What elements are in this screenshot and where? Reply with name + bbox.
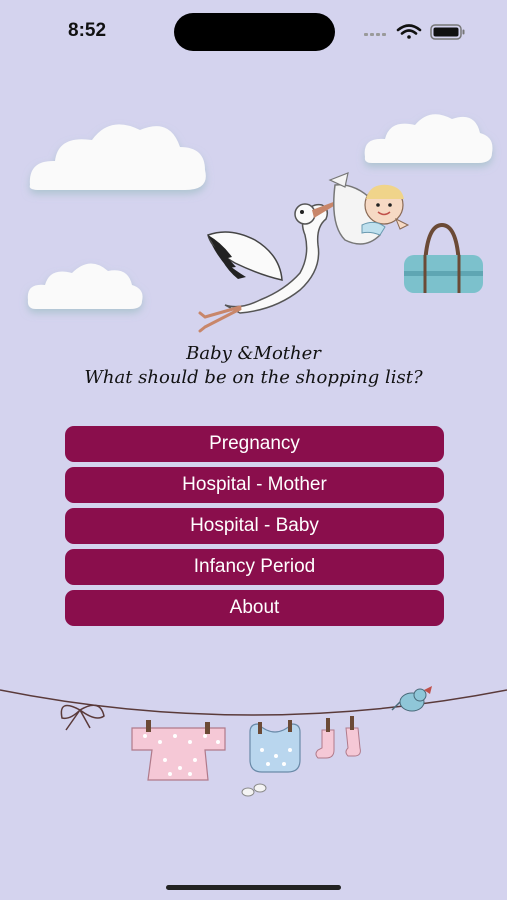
menu: Pregnancy Hospital - Mother Hospital - B… bbox=[65, 426, 444, 631]
battery-icon bbox=[430, 24, 465, 40]
cloud-icon bbox=[27, 263, 143, 309]
clothesline-illustration bbox=[0, 686, 507, 797]
home-indicator[interactable] bbox=[166, 885, 341, 890]
cloud-icon bbox=[29, 124, 206, 190]
header: Baby &Mother What should be on the shopp… bbox=[0, 342, 507, 390]
cloud-icon bbox=[364, 114, 493, 163]
baby-icon bbox=[328, 172, 410, 245]
bag-icon bbox=[404, 222, 483, 293]
about-button[interactable]: About bbox=[65, 590, 444, 626]
hospital-baby-button[interactable]: Hospital - Baby bbox=[65, 508, 444, 544]
bow-icon bbox=[60, 704, 105, 731]
status-time: 8:52 bbox=[68, 20, 107, 41]
bib-icon bbox=[249, 720, 301, 773]
dynamic-island bbox=[174, 13, 335, 51]
pregnancy-button[interactable]: Pregnancy bbox=[65, 426, 444, 462]
stork-icon bbox=[198, 195, 352, 333]
hospital-mother-button[interactable]: Hospital - Mother bbox=[65, 467, 444, 503]
shoes-icon bbox=[241, 783, 267, 797]
clothesline bbox=[0, 689, 507, 716]
signal-icon bbox=[364, 33, 386, 36]
stork-illustration bbox=[27, 114, 493, 333]
app-title: Baby &Mother bbox=[186, 343, 321, 364]
socks-icon bbox=[315, 716, 361, 759]
wifi-icon bbox=[396, 24, 422, 39]
status-icons bbox=[364, 24, 465, 40]
dress-icon bbox=[131, 720, 226, 781]
status-bar: 8:52 bbox=[0, 0, 507, 60]
infancy-period-button[interactable]: Infancy Period bbox=[65, 549, 444, 585]
app-subtitle: What should be on the shopping list? bbox=[84, 367, 423, 388]
